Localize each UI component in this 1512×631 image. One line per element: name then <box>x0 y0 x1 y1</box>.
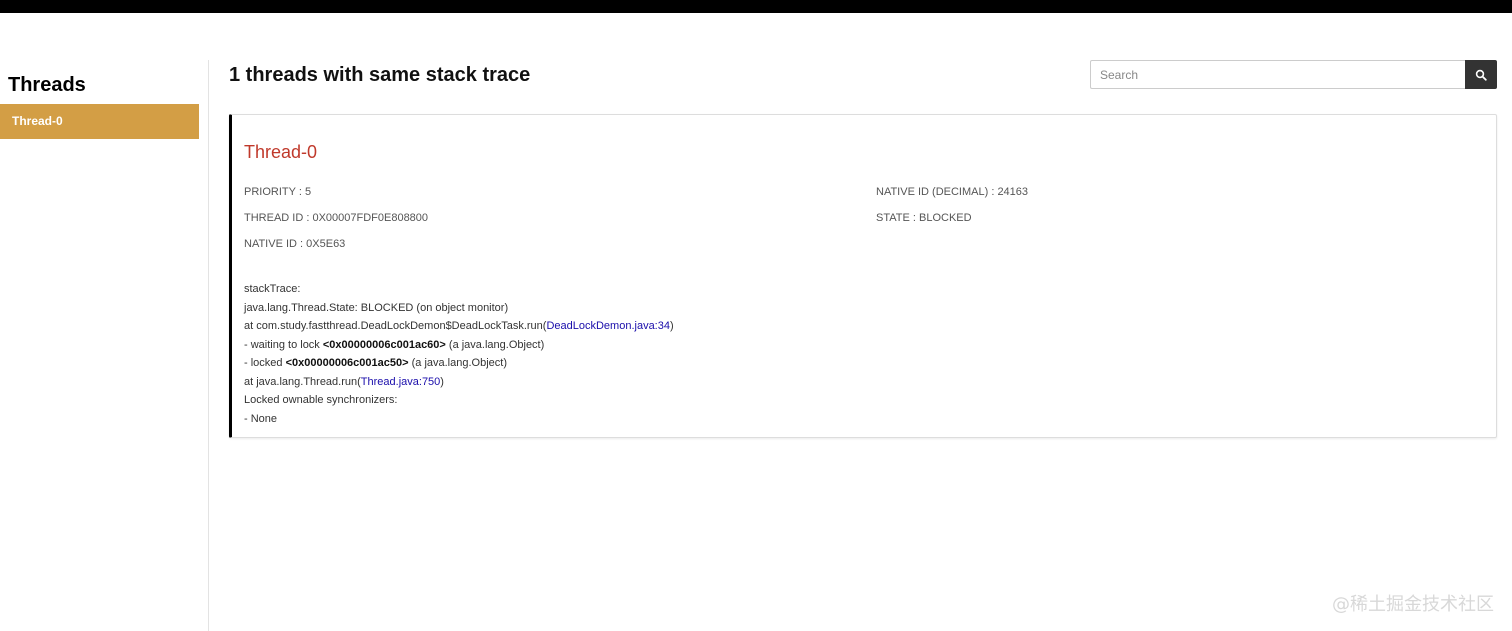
page-title: 1 threads with same stack trace <box>229 64 531 86</box>
sidebar-title: Threads <box>8 74 86 96</box>
lock-address: <0x00000006c001ac50> <box>285 357 409 369</box>
prop-native-id: NATIVE ID : 0X5E63 <box>244 238 346 250</box>
prop-native-id-decimal: NATIVE ID (DECIMAL) : 24163 <box>876 186 1029 198</box>
stack-frame: at java.lang.Thread.run(Thread.java:750) <box>244 373 674 392</box>
frame-suffix: ) <box>669 320 674 332</box>
frame-method: at java.lang.Thread.run( <box>244 375 361 388</box>
prop-label: NATIVE ID <box>244 238 297 250</box>
prop-value: BLOCKED <box>919 212 972 224</box>
stack-trace: stackTrace: java.lang.Thread.State: BLOC… <box>244 280 674 428</box>
prop-label: STATE <box>876 212 910 224</box>
thread-name: Thread-0 <box>244 142 318 162</box>
wait-prefix: - waiting to lock <box>244 338 323 351</box>
stack-frame: at com.study.fastthread.DeadLockDemon$De… <box>244 317 674 336</box>
prop-value: 0X00007FDF0E808800 <box>312 212 429 224</box>
source-link[interactable]: Thread.java:750 <box>361 376 441 388</box>
wait-suffix: (a java.lang.Object) <box>445 338 545 351</box>
prop-value: 5 <box>304 186 312 198</box>
thread-card: Thread-0 PRIORITY : 5 THREAD ID : 0X0000… <box>229 114 1497 438</box>
locked-suffix: (a java.lang.Object) <box>408 357 507 369</box>
sync-value: - None <box>244 412 278 425</box>
sync-header: Locked ownable synchronizers: <box>244 394 398 406</box>
search-button[interactable] <box>1465 60 1497 89</box>
search-input[interactable] <box>1090 60 1465 89</box>
search-box <box>1090 60 1497 89</box>
search-icon <box>1475 69 1487 81</box>
frame-suffix: ) <box>440 375 444 388</box>
top-bar <box>0 0 1512 13</box>
source-link[interactable]: DeadLockDemon.java:34 <box>546 320 670 332</box>
prop-thread-id: THREAD ID : 0X00007FDF0E808800 <box>244 212 429 224</box>
frame-method: at com.study.fastthread.DeadLockDemon$De… <box>244 320 547 332</box>
sidebar: Threads Thread-0 <box>0 60 209 631</box>
stack-wait-line: - waiting to lock <0x00000006c001ac60> (… <box>244 336 674 355</box>
stack-header: stackTrace: <box>244 283 301 295</box>
prop-priority: PRIORITY : 5 <box>244 186 312 198</box>
lock-address: <0x00000006c001ac60> <box>322 338 446 351</box>
prop-label: NATIVE ID (DECIMAL) <box>876 186 989 198</box>
prop-label: THREAD ID <box>244 212 304 224</box>
thread-list: Thread-0 <box>0 104 199 139</box>
stack-locked-line: - locked <0x00000006c001ac50> (a java.la… <box>244 354 674 373</box>
prop-label: PRIORITY <box>244 186 296 198</box>
prop-value: 24163 <box>997 186 1029 198</box>
prop-state: STATE : BLOCKED <box>876 212 972 224</box>
stack-state-line: java.lang.Thread.State: BLOCKED (on obje… <box>244 301 509 314</box>
watermark: @稀土掘金技术社区 <box>1332 594 1494 615</box>
locked-prefix: - locked <box>244 357 286 369</box>
prop-value: 0X5E63 <box>306 238 346 250</box>
sidebar-item-thread-0[interactable]: Thread-0 <box>0 104 199 139</box>
